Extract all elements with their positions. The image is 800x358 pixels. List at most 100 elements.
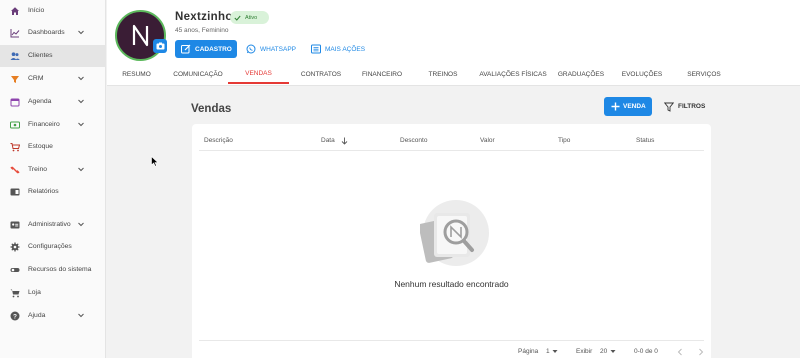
gear-icon xyxy=(10,242,20,252)
sidebar-item-label: Financeiro xyxy=(28,121,60,128)
sidebar-item-label: Configurações xyxy=(28,243,72,250)
chart-line-icon xyxy=(10,29,20,38)
tab-avaliacoes-fisicas[interactable]: AVALIAÇÕES FÍSICAS xyxy=(476,64,550,85)
chevron-down-icon xyxy=(78,76,84,81)
sidebar-item-financeiro[interactable]: Financeiro xyxy=(0,114,106,136)
people-icon xyxy=(10,52,20,60)
sidebar-item-agenda[interactable]: Agenda xyxy=(0,91,106,113)
caret-down-icon[interactable] xyxy=(610,349,616,354)
status-badge: Ativo xyxy=(230,11,269,24)
column-header-status[interactable]: Status xyxy=(636,137,654,144)
add-venda-button[interactable]: VENDA xyxy=(604,97,652,116)
whatsapp-button[interactable]: WHATSAPP xyxy=(246,40,296,58)
help-icon: ? xyxy=(10,311,20,321)
tab-comunicacao[interactable]: COMUNICAÇÃO xyxy=(170,64,226,85)
report-icon xyxy=(10,188,20,196)
column-header-data[interactable]: Data xyxy=(321,137,335,144)
sidebar-item-recursos[interactable]: Recursos do sistema xyxy=(0,259,106,281)
client-tabs: RESUMO COMUNICAÇÃO VENDAS CONTRATOS FINA… xyxy=(107,64,800,86)
sidebar-item-inicio[interactable]: Início xyxy=(0,0,106,22)
sort-arrow-down-icon[interactable] xyxy=(341,137,348,145)
chevron-down-icon xyxy=(78,222,84,227)
chevron-left-icon[interactable] xyxy=(677,348,683,356)
sidebar-item-relatorios[interactable]: Relatórios xyxy=(0,181,106,203)
client-subtitle: 45 anos, Feminino xyxy=(175,27,229,34)
sidebar-item-label: Recursos do sistema xyxy=(28,266,92,273)
tab-evolucoes[interactable]: EVOLUÇÕES xyxy=(619,64,665,85)
chevron-down-icon xyxy=(78,167,84,172)
id-card-icon xyxy=(10,221,20,229)
mais-acoes-button[interactable]: MAIS AÇÕES xyxy=(311,40,365,58)
check-icon xyxy=(234,15,241,21)
calendar-icon xyxy=(10,98,20,107)
tab-vendas[interactable]: VENDAS xyxy=(228,64,289,84)
per-page-select[interactable]: 20 xyxy=(600,348,607,355)
svg-text:?: ? xyxy=(13,313,17,320)
chevron-down-icon xyxy=(78,122,84,127)
sidebar-item-label: Clientes xyxy=(28,52,53,59)
chevron-down-icon xyxy=(78,313,84,318)
avatar[interactable] xyxy=(115,10,166,61)
sidebar-item-loja[interactable]: Loja xyxy=(0,282,106,304)
per-page-label: Exibir xyxy=(576,348,593,355)
shop-cart-icon xyxy=(10,289,20,298)
sidebar-item-ajuda[interactable]: ? Ajuda xyxy=(0,305,106,327)
column-header-descricao[interactable]: Descrição xyxy=(204,137,233,144)
column-header-desconto[interactable]: Desconto xyxy=(400,137,427,144)
dumbbell-icon xyxy=(10,166,20,174)
tab-financeiro[interactable]: FINANCEIRO xyxy=(357,64,407,85)
mouse-cursor-icon xyxy=(151,156,159,167)
caret-down-icon[interactable] xyxy=(552,349,558,354)
table-header-divider xyxy=(199,150,704,151)
list-icon xyxy=(311,44,321,54)
header-divider xyxy=(107,85,800,86)
page-title: Vendas xyxy=(191,103,232,115)
tab-treinos[interactable]: TREINOS xyxy=(422,64,464,85)
column-header-valor[interactable]: Valor xyxy=(480,137,495,144)
crm-icon xyxy=(11,76,19,83)
sidebar-item-label: Dashboards xyxy=(28,29,65,36)
sidebar-item-treino[interactable]: Treino xyxy=(0,159,106,181)
page-range: 0-0 de 0 xyxy=(634,348,658,355)
filter-icon xyxy=(664,102,674,112)
sidebar-item-label: Início xyxy=(28,7,45,14)
empty-state-search-icon xyxy=(420,200,489,266)
sidebar-item-administrativo[interactable]: Administrativo xyxy=(0,214,106,236)
sidebar-item-label: CRM xyxy=(28,75,44,82)
chevron-down-icon xyxy=(78,30,84,35)
sidebar-item-label: Ajuda xyxy=(28,312,46,319)
status-badge-label: Ativo xyxy=(245,14,258,21)
column-header-tipo[interactable]: Tipo xyxy=(558,137,570,144)
change-photo-button[interactable] xyxy=(153,39,167,53)
plus-icon xyxy=(611,102,620,111)
sidebar-item-dashboards[interactable]: Dashboards xyxy=(0,22,106,44)
sidebar-item-label: Estoque xyxy=(28,143,53,150)
sidebar-item-clientes[interactable]: Clientes xyxy=(0,45,106,67)
sidebar-item-label: Treino xyxy=(28,166,48,173)
sidebar-item-label: Loja xyxy=(28,289,41,296)
tab-contratos[interactable]: CONTRATOS xyxy=(296,64,346,85)
sidebar-item-estoque[interactable]: Estoque xyxy=(0,136,106,158)
cadastro-button[interactable]: CADASTRO xyxy=(175,40,237,58)
tab-graduacoes[interactable]: GRADUAÇÕES xyxy=(557,64,605,85)
home-icon xyxy=(11,7,19,15)
edit-icon xyxy=(181,44,191,54)
tab-resumo[interactable]: RESUMO xyxy=(115,64,158,85)
tab-servicos[interactable]: SERVIÇOS xyxy=(682,64,726,85)
chevron-down-icon xyxy=(78,99,84,104)
page-select[interactable]: 1 xyxy=(546,348,550,355)
cart-icon xyxy=(10,143,20,152)
chevron-right-icon[interactable] xyxy=(698,348,704,356)
filter-button[interactable]: FILTROS xyxy=(664,98,705,115)
client-name: Nextzinho xyxy=(175,11,233,23)
toggle-icon xyxy=(10,268,20,272)
table-footer-divider xyxy=(199,340,704,341)
page-label: Página xyxy=(518,348,539,355)
sidebar-item-configuracoes[interactable]: Configurações xyxy=(0,236,106,258)
sidebar-item-label: Administrativo xyxy=(28,221,71,228)
sidebar-item-crm[interactable]: CRM xyxy=(0,68,106,90)
sidebar-item-label: Agenda xyxy=(28,98,52,105)
money-icon xyxy=(10,121,20,129)
camera-icon xyxy=(156,42,164,50)
sidebar: Início Dashboards Clientes CRM Agenda Fi… xyxy=(0,0,106,358)
